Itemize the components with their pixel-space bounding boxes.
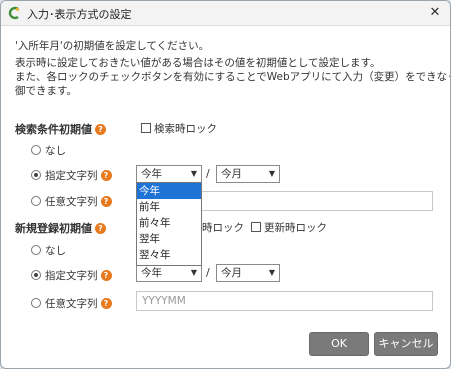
app-logo-icon: [8, 6, 20, 20]
dropdown-option[interactable]: 前年: [137, 199, 201, 215]
separator-slash: /: [206, 167, 210, 180]
year-dropdown-list: 今年 前年 前々年 翌年 翌々年: [136, 182, 202, 266]
new-radio-none-label: なし: [45, 245, 66, 257]
dropdown-option[interactable]: 今年: [137, 183, 201, 199]
search-radio-specified[interactable]: 指定文字列?: [31, 168, 112, 183]
search-initial-label: 検索条件初期値: [15, 123, 92, 136]
dropdown-option[interactable]: 前々年: [137, 215, 201, 231]
checkbox-icon: [251, 222, 261, 232]
new-year-value: 今年: [141, 267, 162, 279]
new-radio-specified[interactable]: 指定文字列?: [31, 268, 112, 283]
update-lock-checkbox[interactable]: 更新時ロック: [251, 220, 327, 235]
help-icon[interactable]: ?: [100, 170, 112, 181]
new-initial-title: 新規登録初期値?: [15, 220, 106, 236]
search-year-value: 今年: [141, 168, 162, 180]
ok-button[interactable]: OK: [309, 332, 369, 356]
search-radio-specified-label: 指定文字列: [45, 170, 98, 182]
radio-icon: [31, 196, 41, 206]
checkbox-icon: [141, 123, 151, 133]
new-month-select[interactable]: 今月 ▼: [216, 264, 280, 282]
radio-icon: [31, 145, 41, 155]
description-line-3: また、各ロックのチェックボタンを有効にすることでWebアプリにて入力（変更）をで…: [15, 71, 450, 83]
dropdown-arrow-icon: ▼: [268, 169, 275, 178]
new-initial-label: 新規登録初期値: [15, 222, 92, 235]
separator-slash: /: [206, 266, 210, 279]
help-icon[interactable]: ?: [100, 196, 112, 207]
new-radio-specified-label: 指定文字列: [45, 270, 98, 282]
search-lock-label: 検索時ロック: [154, 123, 217, 135]
dialog-title: 入力･表示方式の設定: [27, 8, 132, 21]
search-month-value: 今月: [221, 168, 242, 180]
help-icon[interactable]: ?: [100, 298, 112, 309]
help-icon[interactable]: ?: [95, 124, 106, 135]
title-bar: 入力･表示方式の設定 ✕: [1, 1, 450, 26]
close-icon[interactable]: ✕: [426, 4, 444, 22]
radio-icon: [31, 245, 41, 255]
search-month-select[interactable]: 今月 ▼: [216, 165, 280, 183]
search-year-select[interactable]: 今年 ▼: [136, 165, 202, 183]
new-radio-arbitrary[interactable]: 任意文字列?: [31, 296, 112, 311]
update-lock-label: 更新時ロック: [264, 222, 327, 234]
new-month-value: 今月: [221, 267, 242, 279]
dropdown-arrow-icon: ▼: [268, 268, 275, 277]
cancel-button[interactable]: キャンセル: [374, 332, 438, 356]
dropdown-option[interactable]: 翌年: [137, 231, 201, 247]
description-line-1: '入所年月'の初期値を設定してください。: [15, 40, 210, 52]
search-radio-arbitrary[interactable]: 任意文字列?: [31, 194, 112, 209]
dropdown-arrow-icon: ▼: [190, 169, 197, 178]
settings-dialog: 入力･表示方式の設定 ✕ '入所年月'の初期値を設定してください。 表示時に設定…: [0, 0, 451, 369]
search-radio-none-label: なし: [45, 145, 66, 157]
description-line-4: 御できます。: [15, 85, 77, 97]
help-icon[interactable]: ?: [95, 223, 106, 234]
dropdown-option[interactable]: 翌々年: [137, 247, 201, 263]
new-lock-label: 時ロック: [202, 222, 244, 234]
radio-selected-icon: [31, 270, 41, 280]
radio-selected-icon: [31, 170, 41, 180]
radio-icon: [31, 298, 41, 308]
new-year-select[interactable]: 今年 ▼: [136, 264, 202, 282]
description-line-2: 表示時に設定しておきたい値がある場合はその値を初期値として設定します。: [15, 57, 381, 69]
search-initial-title: 検索条件初期値?: [15, 121, 106, 137]
search-radio-arbitrary-label: 任意文字列: [45, 196, 98, 208]
new-lock-checkbox[interactable]: 時ロック: [202, 220, 244, 235]
new-arbitrary-input[interactable]: YYYYMM: [136, 291, 433, 311]
help-icon[interactable]: ?: [100, 270, 112, 281]
search-radio-none[interactable]: なし: [31, 143, 66, 158]
new-radio-arbitrary-label: 任意文字列: [45, 298, 98, 310]
new-radio-none[interactable]: なし: [31, 243, 66, 258]
search-lock-checkbox[interactable]: 検索時ロック: [141, 121, 217, 136]
dropdown-arrow-icon: ▼: [190, 268, 197, 277]
